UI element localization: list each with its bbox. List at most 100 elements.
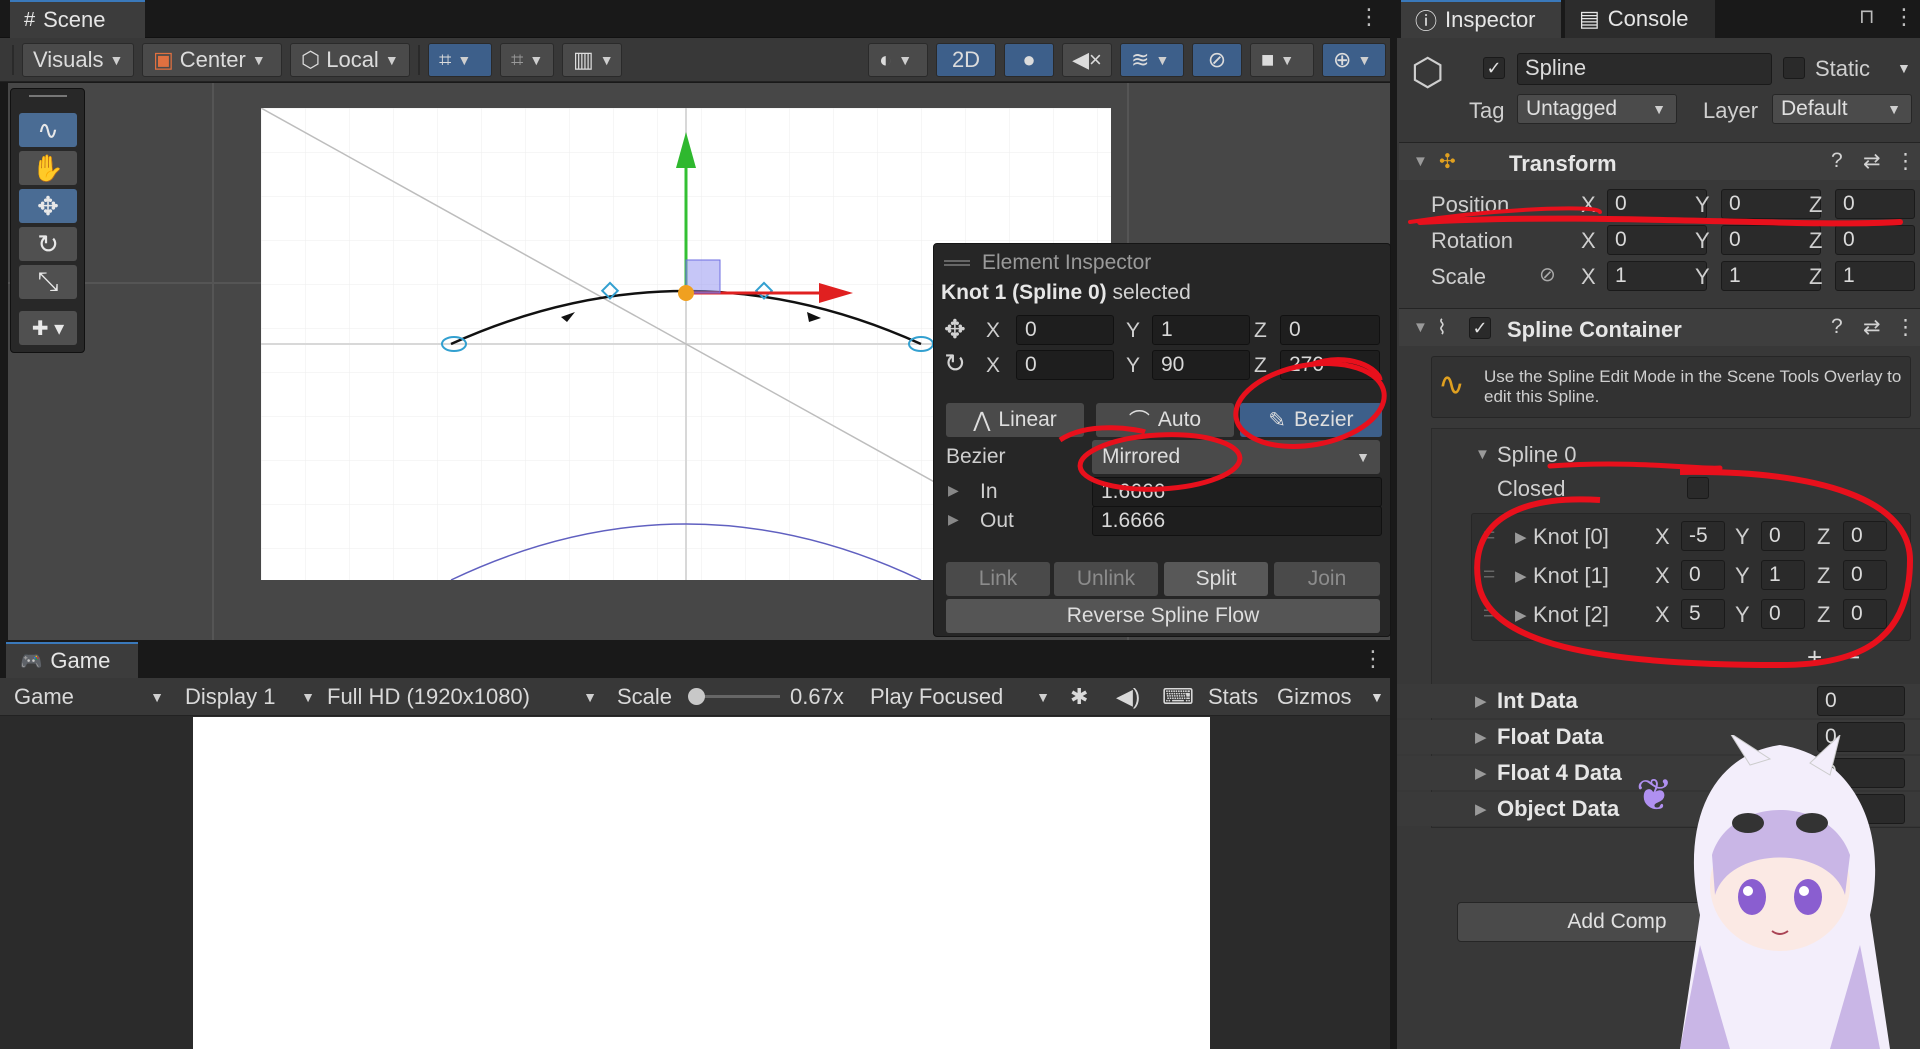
visuals-dropdown[interactable]: Visuals ▼ <box>22 42 134 77</box>
drag-handle-icon[interactable]: = <box>1483 602 1495 626</box>
join-button[interactable]: Join <box>1274 562 1380 596</box>
knot-2-x-field[interactable]: 5 <box>1681 599 1725 629</box>
keyboard-icon[interactable]: ⌨ <box>1162 678 1194 716</box>
camera-settings-button[interactable]: ■ ▼ <box>1250 42 1314 77</box>
ruler-button[interactable]: ▥ ▼ <box>562 42 622 77</box>
active-checkbox[interactable]: ✓ <box>1483 57 1505 79</box>
chevron-down-icon[interactable]: ▼ <box>1897 60 1911 76</box>
knot-0-y-field[interactable]: 0 <box>1761 521 1805 551</box>
scale-slider-thumb[interactable] <box>688 688 705 705</box>
knot-1-x-field[interactable]: 0 <box>1681 560 1725 590</box>
knot-position-y[interactable]: 1 <box>1152 315 1250 345</box>
layer-dropdown[interactable]: Default ▼ <box>1772 94 1912 124</box>
transform-header[interactable]: ▼ ✣ Transform ? ⇄ ⋮ <box>1399 142 1920 180</box>
drag-handle-icon[interactable]: = <box>1483 563 1495 587</box>
more-options-icon[interactable]: ⋮ <box>1893 4 1915 30</box>
foldout-arrow-icon[interactable]: ▶ <box>1515 606 1527 624</box>
list-item[interactable]: = ▶ Knot [0] X -5 Y 0 Z 0 <box>1397 520 1920 556</box>
gizmos-button[interactable]: Gizmos <box>1277 678 1352 716</box>
scene-visibility-toggle[interactable]: ⊘ <box>1192 42 1242 77</box>
overlay-grip[interactable] <box>944 260 970 266</box>
scale-tool[interactable]: ⤡ <box>19 265 77 299</box>
tangent-linear-button[interactable]: ⋀ Linear <box>946 403 1084 437</box>
remove-knot-button[interactable]: − <box>1845 642 1860 673</box>
play-mode-dropdown[interactable]: Play Focused ▼ <box>870 678 1050 716</box>
help-icon[interactable]: ? <box>1831 315 1843 339</box>
resolution-dropdown[interactable]: Full HD (1920x1080) ▼ <box>327 678 597 716</box>
tangent-out-field[interactable]: 1.6666 <box>1092 506 1382 536</box>
reverse-spline-flow-button[interactable]: Reverse Spline Flow <box>946 599 1380 633</box>
foldout-arrow-icon[interactable]: ▼ <box>1475 446 1490 463</box>
lock-icon[interactable]: ⊓ <box>1859 4 1875 29</box>
bug-icon[interactable]: ✱ <box>1070 678 1088 716</box>
knot-position-x[interactable]: 0 <box>1016 315 1114 345</box>
gizmos-button[interactable]: ⊕ ▼ <box>1322 42 1386 77</box>
knot-2-y-field[interactable]: 0 <box>1761 599 1805 629</box>
speaker-icon[interactable]: ◀) <box>1116 678 1140 716</box>
tangent-in-field[interactable]: 1.6666 <box>1092 477 1382 507</box>
preset-icon[interactable]: ⇄ <box>1863 149 1881 174</box>
custom-tool-dropdown[interactable]: ✚ ▾ <box>19 311 77 345</box>
pivot-local-dropdown[interactable]: ⬡ Local ▼ <box>290 42 410 77</box>
tangent-bezier-button[interactable]: ✎ Bezier <box>1240 403 1382 437</box>
knot-1-z-field[interactable]: 0 <box>1843 560 1887 590</box>
position-z-field[interactable]: 0 <box>1835 189 1915 219</box>
add-knot-button[interactable]: + <box>1807 642 1822 673</box>
hand-tool[interactable]: ✋ <box>19 151 77 185</box>
more-options-icon[interactable]: ⋮ <box>1358 4 1380 30</box>
expand-arrow-icon[interactable]: ▶ <box>948 482 959 499</box>
knot-position-z[interactable]: 0 <box>1280 315 1380 345</box>
tab-console[interactable]: ▤ Console <box>1565 0 1715 38</box>
list-item[interactable]: = ▶ Knot [2] X 5 Y 0 Z 0 <box>1397 598 1920 634</box>
increment-snap-button[interactable]: ⌗ ▼ <box>500 42 554 77</box>
pivot-center-dropdown[interactable]: ▣ Center ▼ <box>142 42 282 77</box>
rotation-x-field[interactable]: 0 <box>1607 225 1707 255</box>
game-mode-dropdown[interactable]: Game ▼ <box>14 678 164 716</box>
effects-button[interactable]: ≋ ▼ <box>1120 42 1184 77</box>
knot-rotation-z[interactable]: 270 <box>1280 350 1380 380</box>
position-y-field[interactable]: 0 <box>1721 189 1821 219</box>
knot-rotation-y[interactable]: 90 <box>1152 350 1250 380</box>
audio-toggle[interactable]: ◀× <box>1062 42 1112 77</box>
preset-icon[interactable]: ⇄ <box>1863 315 1881 340</box>
rotation-z-field[interactable]: 0 <box>1835 225 1915 255</box>
shading-mode-button[interactable]: ◐ ▼ <box>868 42 928 77</box>
split-button[interactable]: Split <box>1164 562 1268 596</box>
int-data-count[interactable]: 0 <box>1817 686 1905 716</box>
object-name-field[interactable]: Spline <box>1517 53 1772 85</box>
link-button[interactable]: Link <box>946 562 1050 596</box>
spline-edit-tool[interactable]: ∿ <box>19 113 77 147</box>
tag-dropdown[interactable]: Untagged ▼ <box>1517 94 1677 124</box>
help-icon[interactable]: ? <box>1831 149 1843 173</box>
expand-arrow-icon[interactable]: ▶ <box>948 511 959 528</box>
spline-container-header[interactable]: ▼ ⌇ ✓ Spline Container ? ⇄ ⋮ <box>1399 308 1920 346</box>
rotate-tool[interactable]: ↻ <box>19 227 77 261</box>
component-enabled-checkbox[interactable]: ✓ <box>1469 317 1491 339</box>
more-options-icon[interactable]: ⋮ <box>1895 315 1916 340</box>
position-x-field[interactable]: 0 <box>1607 189 1707 219</box>
grid-snap-button[interactable]: ⌗ ▼ <box>428 42 492 77</box>
constrain-proportions-icon[interactable]: ⊘ <box>1539 262 1556 287</box>
scale-z-field[interactable]: 1 <box>1835 261 1915 291</box>
rotation-y-field[interactable]: 0 <box>1721 225 1821 255</box>
unlink-button[interactable]: Unlink <box>1054 562 1158 596</box>
display-dropdown[interactable]: Display 1 ▼ <box>185 678 315 716</box>
toggle-2d-button[interactable]: 2D <box>936 42 996 77</box>
knot-2-z-field[interactable]: 0 <box>1843 599 1887 629</box>
knot-0-x-field[interactable]: -5 <box>1681 521 1725 551</box>
lighting-toggle[interactable]: ● <box>1004 42 1054 77</box>
more-options-icon[interactable]: ⋮ <box>1895 149 1916 174</box>
knot-0-z-field[interactable]: 0 <box>1843 521 1887 551</box>
tab-scene[interactable]: # Scene <box>10 0 145 38</box>
tab-game[interactable]: 🎮 Game <box>6 642 138 678</box>
stats-button[interactable]: Stats <box>1208 678 1258 716</box>
list-item[interactable]: = ▶ Knot [1] X 0 Y 1 Z 0 <box>1397 559 1920 595</box>
scale-x-field[interactable]: 1 <box>1607 261 1707 291</box>
static-checkbox[interactable] <box>1783 57 1805 79</box>
more-options-icon[interactable]: ⋮ <box>1362 646 1384 672</box>
foldout-arrow-icon[interactable]: ▶ <box>1515 567 1527 585</box>
tab-inspector[interactable]: ⓘ Inspector <box>1401 0 1561 38</box>
tangent-auto-button[interactable]: ⌒ Auto <box>1096 403 1234 437</box>
chevron-down-icon[interactable]: ▼ <box>1370 678 1384 716</box>
knot-rotation-x[interactable]: 0 <box>1016 350 1114 380</box>
